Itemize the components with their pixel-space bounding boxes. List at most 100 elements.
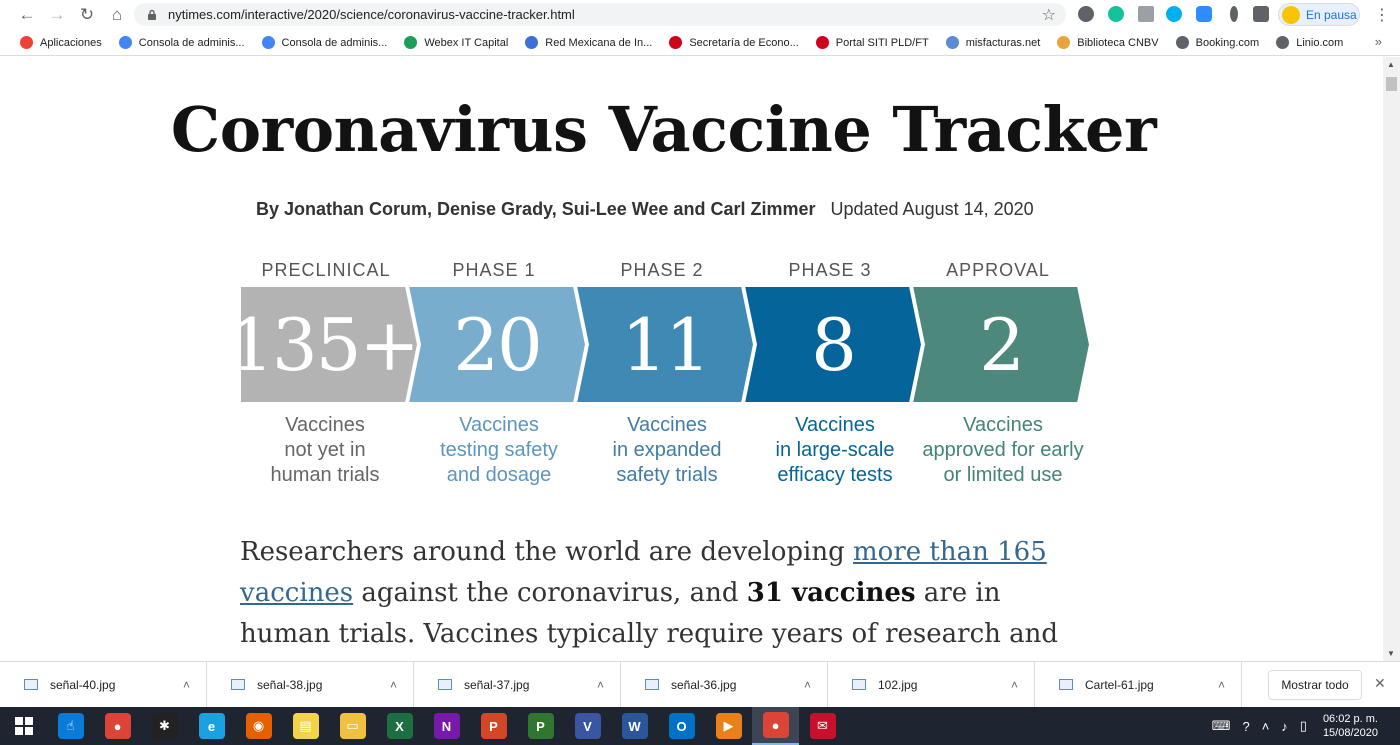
bookmark-item[interactable]: Booking.com [1175,36,1259,49]
profile-status: En pausa [1306,7,1357,22]
taskbar-app[interactable]: ☝ [47,707,94,745]
globe-icon [1276,36,1290,49]
close-icon[interactable]: ✕ [1374,675,1386,692]
ie-icon: e [198,713,225,739]
word-icon: W [621,713,648,739]
taskbar-app[interactable]: ▭ [329,707,376,745]
back-icon[interactable]: ← [12,1,42,29]
bookmark-item[interactable]: Webex IT Capital [404,36,508,49]
chevron-up-icon[interactable]: ˄ [1218,678,1225,692]
taskbar-app[interactable]: ✉ [799,707,846,745]
taskbar-app[interactable]: O [658,707,705,745]
taskbar-app[interactable]: ◉ [235,707,282,745]
bookmark-item[interactable]: Consola de adminis... [118,36,245,49]
phase-description-line: not yet in [284,439,366,461]
taskbar-app[interactable]: ● [752,707,799,745]
profile-button[interactable]: En pausa [1278,3,1360,26]
page-title: Coronavirus Vaccine Tracker [170,93,1157,166]
sticky-notes-icon: ▤ [292,713,319,739]
bookmark-label: Secretaría de Econo... [689,36,799,49]
chevron-up-icon[interactable]: ˄ [183,678,190,692]
taskbar-app[interactable]: ▶ [705,707,752,745]
bookmark-item[interactable]: Biblioteca CNBV [1057,36,1159,49]
download-item[interactable]: Cartel-61.jpg ˄ [1035,661,1242,708]
windows-start-icon[interactable] [0,707,47,745]
taskbar-app[interactable]: ✱ [141,707,188,745]
phase-count: 135+ [228,302,420,387]
webex-icon [404,36,418,49]
image-file-icon [24,679,38,690]
extension-icon[interactable] [1078,6,1094,22]
taskbar-app[interactable]: e [188,707,235,745]
bookmark-item[interactable]: Consola de adminis... [261,36,387,49]
bookmark-label: misfacturas.net [965,36,1041,49]
chevron-up-icon[interactable]: ˄ [1262,719,1270,734]
clock-date: 15/08/2020 [1322,727,1378,739]
phase-count: 2 [979,302,1025,387]
pin-icon[interactable] [1230,6,1238,22]
intro-text: Researchers around the world are develop… [240,537,854,567]
image-file-icon [1059,679,1073,690]
volume-icon[interactable]: ♪ [1281,719,1288,734]
phase-label: PHASE 3 [788,260,872,280]
phase-description-line: Vaccines [627,414,707,436]
clock[interactable]: 06:02 p. m. 15/08/2020 [1323,712,1378,740]
drive-icon[interactable] [1138,6,1154,22]
grammarly-icon[interactable] [1108,6,1124,22]
bookmark-star-icon[interactable]: ☆ [1042,5,1056,25]
download-item[interactable]: señal-36.jpg ˄ [621,661,828,708]
red-circle-icon [669,36,683,49]
download-item[interactable]: 102.jpg ˄ [828,661,1035,708]
bookmark-item[interactable]: Aplicaciones [20,36,102,49]
bookmark-item[interactable]: misfacturas.net [945,36,1041,49]
bookmarks-bar: Aplicaciones Consola de adminis... Consola… [0,30,1400,56]
zoom-icon[interactable] [1196,6,1212,22]
taskbar-app[interactable]: X [376,707,423,745]
bookmark-item[interactable]: Secretaría de Econo... [669,36,799,49]
paint-icon: ✱ [151,713,178,739]
scroll-up-icon[interactable]: ▲ [1387,60,1395,69]
bookmark-label: Consola de adminis... [138,36,245,49]
address-bar[interactable]: nytimes.com/interactive/2020/science/cor… [134,3,1066,26]
chevron-up-icon[interactable]: ˄ [390,678,397,692]
page-scrollbar[interactable]: ▲ ▼ [1383,57,1400,661]
phase-description-line: and dosage [446,464,552,486]
more-bookmarks-icon[interactable]: » [1375,34,1382,49]
scroll-thumb[interactable] [1386,77,1397,91]
keyboard-icon[interactable]: ⌨ [1212,718,1231,734]
phase-label: PHASE 2 [620,260,704,280]
skype-icon[interactable] [1166,6,1182,22]
chevron-up-icon[interactable]: ˄ [1011,678,1018,692]
taskbar-app[interactable]: ● [94,707,141,745]
taskbar-app[interactable]: N [423,707,470,745]
show-all-downloads-button[interactable]: Mostrar todo [1268,670,1362,700]
taskbar-app[interactable]: P [517,707,564,745]
chrome-icon: ● [104,713,131,739]
home-icon[interactable]: ⌂ [102,1,132,29]
phase-label: APPROVAL [946,260,1050,280]
taskbar-app[interactable]: W [611,707,658,745]
download-item[interactable]: señal-40.jpg ˄ [0,661,207,708]
file-explorer-icon: ▭ [339,713,366,739]
intro-paragraph: Researchers around the world are develop… [240,532,1060,661]
phase-description: Vaccines testing safety and dosage [406,413,592,488]
download-item[interactable]: señal-38.jpg ˄ [207,661,414,708]
taskbar-app[interactable]: V [564,707,611,745]
scroll-down-icon[interactable]: ▼ [1387,649,1395,658]
taskbar-app[interactable]: P [470,707,517,745]
bookmark-item[interactable]: Linio.com [1276,36,1343,49]
menu-icon[interactable]: ⋮ [1374,5,1390,25]
chevron-up-icon[interactable]: ˄ [597,678,604,692]
phase-description-line: efficacy tests [777,464,893,486]
reload-icon[interactable]: ↻ [72,1,102,29]
chevron-up-icon[interactable]: ˄ [804,678,811,692]
help-icon[interactable]: ? [1242,719,1249,734]
media-player-icon: ▶ [715,713,742,739]
forward-icon[interactable]: → [42,1,72,29]
battery-icon[interactable]: ▯ [1300,718,1307,734]
bookmark-item[interactable]: Portal SITI PLD/FT [815,36,929,49]
bookmark-item[interactable]: Red Mexicana de In... [525,36,652,49]
taskbar-app[interactable]: ▤ [282,707,329,745]
download-item[interactable]: señal-37.jpg ˄ [414,661,621,708]
extensions-puzzle-icon[interactable] [1253,6,1269,22]
